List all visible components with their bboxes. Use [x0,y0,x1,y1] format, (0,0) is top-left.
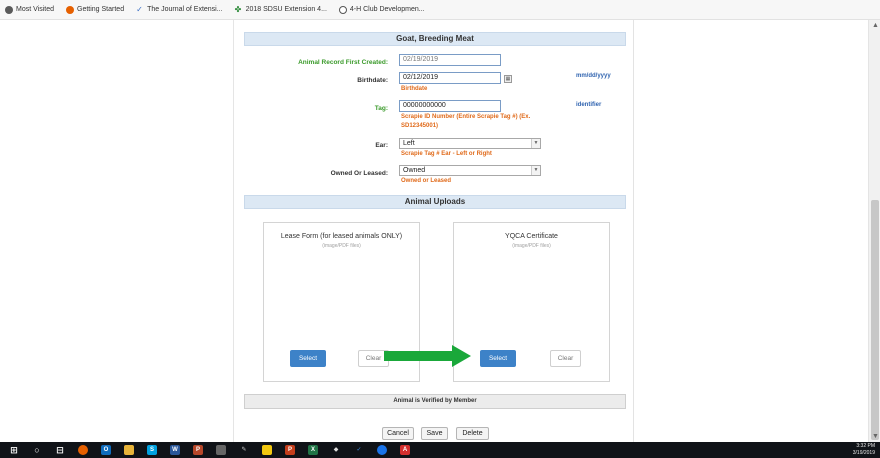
yqca-clear-button[interactable]: Clear [550,350,581,367]
birthdate-label: Birthdate: [357,77,388,84]
outlook-icon[interactable]: O [101,445,111,455]
globe-icon [338,5,347,14]
bookmark-label: 2018 SDSU Extension 4... [245,6,327,13]
clock-time: 3:32 PM [856,443,875,449]
save-button[interactable]: Save [421,427,448,440]
acrobat-icon[interactable]: A [400,445,410,455]
calendar-icon[interactable]: ▦ [504,75,512,83]
bookmark-journal-extension[interactable]: ✓ The Journal of Extensi... [136,4,223,14]
birthdate-field[interactable]: 02/12/2019 [399,72,501,84]
tag-field[interactable]: 00000000000 [399,100,501,112]
excel-icon[interactable]: X [308,445,318,455]
tag-label: Tag: [374,105,388,112]
windows-start-icon[interactable]: ⊞ [9,445,19,455]
ear-select-value: Left [403,140,415,147]
photos-icon[interactable]: ◆ [331,445,341,455]
clover-icon: ✤ [234,4,242,14]
ear-select[interactable]: Left ▼ [399,138,541,149]
chevron-down-icon: ▼ [531,139,540,148]
yqca-select-button[interactable]: Select [480,350,516,367]
section-header-goat: Goat, Breeding Meat [244,32,626,46]
bookmark-label: Most Visited [16,6,54,13]
bookmark-label: The Journal of Extensi... [147,6,223,13]
scrollbar-thumb[interactable] [871,200,879,440]
bookmark-label: 4-H Club Developmen... [349,6,425,13]
task-view-icon[interactable]: ⊟ [55,445,65,455]
firefox-icon [66,5,74,14]
date-format-hint: mm/dd/yyyy [576,73,611,79]
sticky-notes-icon[interactable] [262,445,272,455]
owned-leased-label: Owned Or Leased: [330,170,388,177]
skype-icon[interactable]: S [147,445,157,455]
owned-leased-note: Owned or Leased [401,178,452,184]
bookmarks-toolbar: Most Visited Getting Started ✓ The Journ… [0,0,880,20]
scroll-down-arrow-icon[interactable]: ▼ [872,433,879,440]
chevron-down-icon: ▼ [531,166,540,175]
firefox-icon[interactable] [78,445,88,455]
upload-subtitle: (image/PDF files) [512,243,551,249]
owned-leased-select[interactable]: Owned ▼ [399,165,541,176]
chrome-icon[interactable] [377,445,387,455]
file-explorer-icon[interactable] [124,445,134,455]
animal-form: Goat, Breeding Meat Animal Record First … [233,20,633,442]
upload-title: Lease Form (for leased animals ONLY) [280,233,403,240]
tag-identifier-hint: identifier [576,102,602,108]
upload-box-yqca: YQCA Certificate (image/PDF files) Selec… [453,222,610,382]
scroll-up-arrow-icon[interactable]: ▲ [872,22,879,29]
ear-label: Ear: [375,142,388,149]
green-arrow-annotation [384,345,471,367]
bookmark-label: Getting Started [77,6,125,13]
tag-note-line2: SD12345001) [401,123,439,129]
record-created-label: Animal Record First Created: [298,59,388,66]
check-icon: ✓ [136,4,143,14]
upload-title: YQCA Certificate [505,233,558,240]
bookmark-sdsu-extension[interactable]: ✤ 2018 SDSU Extension 4... [234,4,327,14]
upload-subtitle: (image/PDF files) [322,243,361,249]
birthdate-note: Birthdate [401,86,428,92]
section-header-uploads: Animal Uploads [244,195,626,209]
delete-button[interactable]: Delete [456,427,489,440]
word-icon[interactable]: W [170,445,180,455]
bookmark-4h-club[interactable]: 4-H Club Developmen... [338,5,425,14]
system-clock[interactable]: 3:32 PM 3/19/2019 [853,443,875,457]
page-content: Goat, Breeding Meat Animal Record First … [0,20,880,442]
tag-note-line1: Scrapie ID Number (Entire Scrapie Tag #)… [401,114,531,120]
ear-note: Scrapie Tag # Ear - Left or Right [401,151,492,157]
owned-leased-value: Owned [403,167,426,174]
search-icon[interactable]: ○ [32,445,42,455]
bookmark-most-visited[interactable]: Most Visited [5,5,54,14]
calculator-icon[interactable] [216,445,226,455]
publisher-icon[interactable]: P [285,445,295,455]
todo-check-icon[interactable]: ✓ [354,445,364,455]
gear-icon [5,5,13,14]
bookmark-getting-started[interactable]: Getting Started [66,5,125,14]
paint-icon[interactable]: ✎ [239,445,249,455]
windows-taskbar: ⊞ ○ ⊟ O S W P ✎ P X ◆ ✓ A 3:32 PM 3/19/2… [0,442,880,458]
cancel-button[interactable]: Cancel [382,427,414,440]
record-created-field: 02/19/2019 [399,54,501,66]
verified-status-bar: Animal is Verified by Member [244,394,626,409]
lease-select-button[interactable]: Select [290,350,326,367]
vertical-scrollbar[interactable]: ▲ ▼ [868,20,880,442]
side-panel-divider [633,20,634,442]
clock-date: 3/19/2019 [852,450,875,456]
powerpoint-icon[interactable]: P [193,445,203,455]
